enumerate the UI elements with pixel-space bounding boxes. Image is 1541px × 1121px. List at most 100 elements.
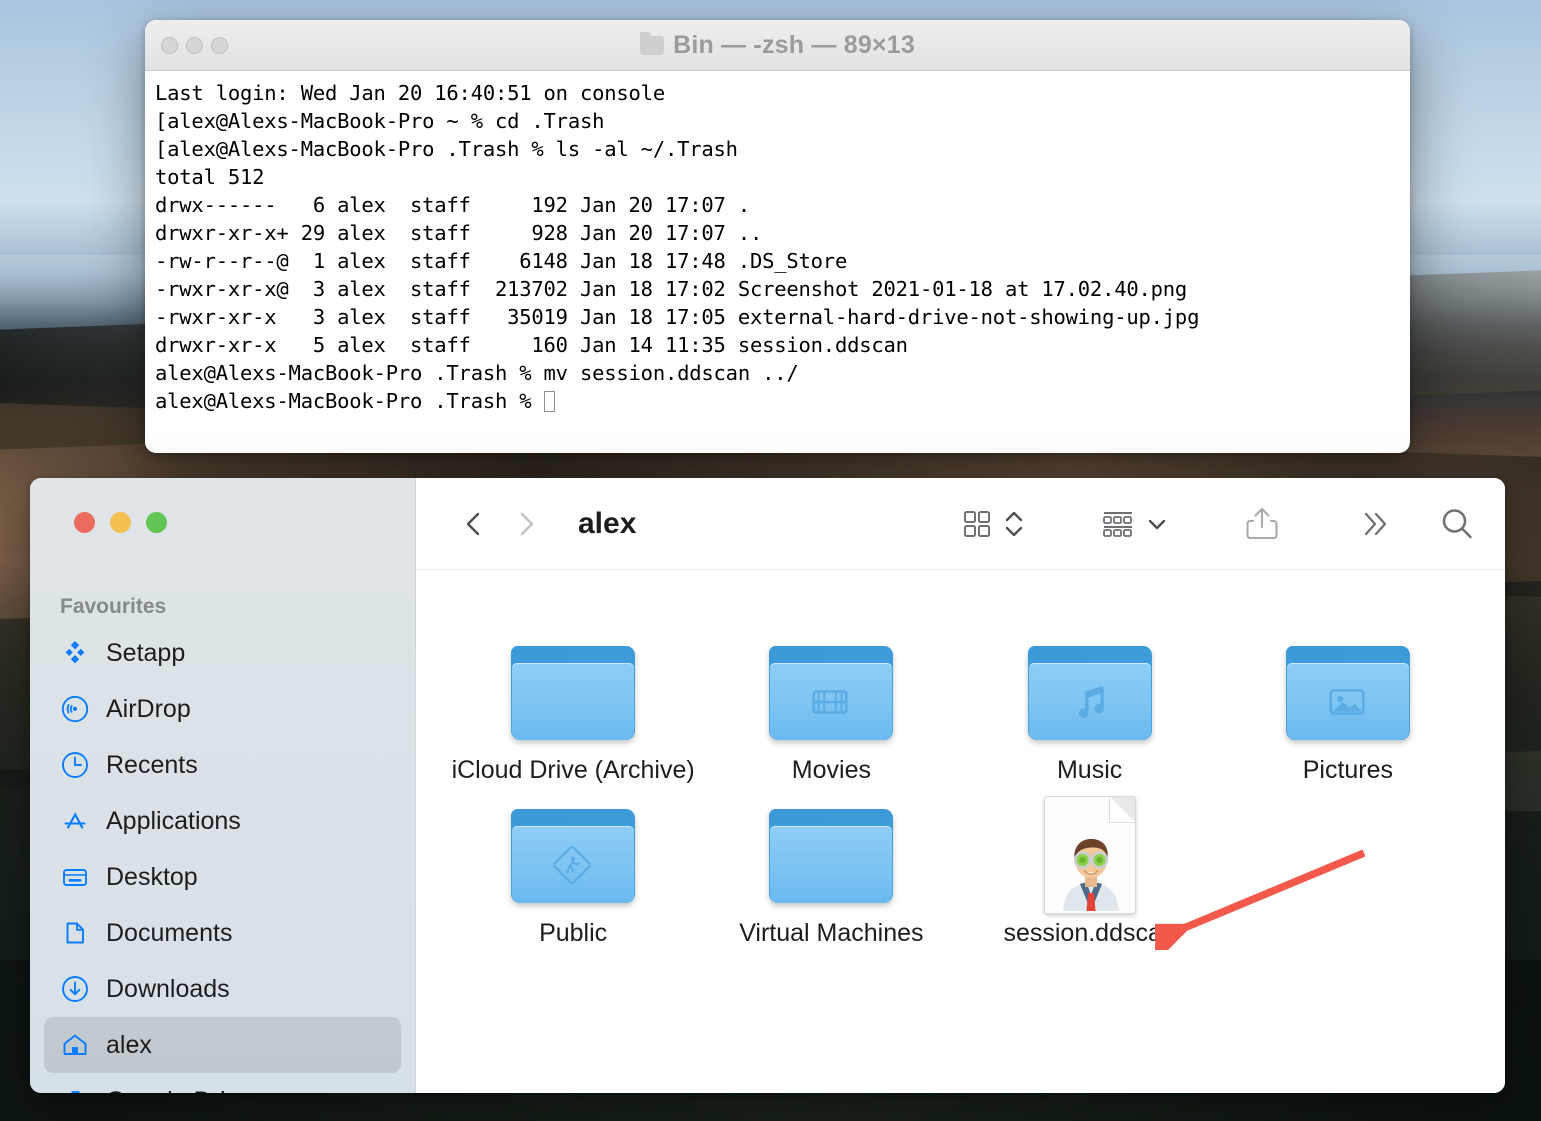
finder-zoom-button[interactable] <box>146 512 167 533</box>
airdrop-icon <box>60 694 90 724</box>
sidebar-item-applications[interactable]: Applications <box>44 793 401 849</box>
finder-close-button[interactable] <box>74 512 95 533</box>
file-item-movies[interactable]: Movies <box>702 638 960 787</box>
back-icon[interactable] <box>448 498 500 550</box>
sidebar-item-label: Google Drive <box>106 1087 252 1094</box>
google-drive-icon <box>60 1086 90 1093</box>
desktop-icon <box>60 862 90 892</box>
file-item-label: iCloud Drive (Archive) <box>452 754 695 787</box>
folder-icon <box>640 36 664 55</box>
sidebar-item-label: Recents <box>106 751 198 780</box>
film-strip-icon <box>769 663 891 740</box>
desktop-wallpaper: Bin — -zsh — 89×13 Last login: Wed Jan 2… <box>0 0 1541 1121</box>
sidebar-item-setapp[interactable]: Setapp <box>44 625 401 681</box>
finder-window[interactable]: Favourites Setapp <box>30 478 1505 1093</box>
file-item-label: Virtual Machines <box>739 917 923 950</box>
music-note-icon <box>1028 663 1150 740</box>
terminal-line: -rwxr-xr-x 3 alex staff 35019 Jan 18 17:… <box>155 305 1199 329</box>
terminal-line: -rwxr-xr-x@ 3 alex staff 213702 Jan 18 1… <box>155 277 1187 301</box>
sidebar-item-label: AirDrop <box>106 695 191 724</box>
folder-icon <box>511 638 635 746</box>
finder-toolbar[interactable]: alex <box>416 478 1505 570</box>
sidebar-item-label: Documents <box>106 919 232 948</box>
file-item-session-ddscan[interactable]: session.ddscan <box>961 801 1219 950</box>
terminal-output[interactable]: Last login: Wed Jan 20 16:40:51 on conso… <box>145 71 1410 415</box>
share-icon[interactable] <box>1243 504 1281 544</box>
sidebar-item-desktop[interactable]: Desktop <box>44 849 401 905</box>
file-item-label: Public <box>539 917 607 950</box>
terminal-line: drwxr-xr-x 5 alex staff 160 Jan 14 11:35… <box>155 333 908 357</box>
file-item-public[interactable]: Public <box>444 801 702 950</box>
public-folder-icon <box>511 801 635 909</box>
more-chevrons-icon[interactable] <box>1355 507 1393 541</box>
file-item-pictures[interactable]: Pictures <box>1219 638 1477 787</box>
sidebar-item-documents[interactable]: Documents <box>44 905 401 961</box>
page-fold <box>1109 797 1135 823</box>
terminal-close-button[interactable] <box>161 37 178 54</box>
terminal-line: [alex@Alexs-MacBook-Pro .Trash % ls -al … <box>155 137 738 161</box>
chevron-down-icon[interactable] <box>1145 512 1169 536</box>
finder-main-pane: alex <box>416 478 1505 1093</box>
page-title: alex <box>578 507 636 541</box>
movies-folder-icon <box>769 638 893 746</box>
forward-icon[interactable] <box>500 498 552 550</box>
sidebar-item-label: Desktop <box>106 863 198 892</box>
group-by-icon[interactable] <box>1099 506 1137 542</box>
terminal-prompt: alex@Alexs-MacBook-Pro .Trash % <box>155 389 544 413</box>
pedestrian-sign-icon <box>511 826 633 903</box>
terminal-window-controls[interactable] <box>161 37 228 54</box>
terminal-line: drwx------ 6 alex staff 192 Jan 20 17:07… <box>155 193 750 217</box>
view-controls[interactable] <box>959 506 1025 542</box>
terminal-cursor <box>544 391 555 412</box>
clock-icon <box>60 750 90 780</box>
folder-icon <box>769 801 893 909</box>
terminal-title-text: Bin — -zsh — 89×13 <box>673 31 915 60</box>
terminal-line: [alex@Alexs-MacBook-Pro ~ % cd .Trash <box>155 109 604 133</box>
document-icon <box>60 918 90 948</box>
file-item-music[interactable]: Music <box>961 638 1219 787</box>
sidebar-item-label: Downloads <box>106 975 230 1004</box>
finder-file-grid-area[interactable]: iCloud Drive (Archive) <box>416 570 1505 1093</box>
ddscan-face-icon <box>1053 823 1129 911</box>
terminal-line: drwxr-xr-x+ 29 alex staff 928 Jan 20 17:… <box>155 221 762 245</box>
photo-icon <box>1286 663 1408 740</box>
terminal-titlebar[interactable]: Bin — -zsh — 89×13 <box>145 20 1410 71</box>
terminal-line: -rw-r--r--@ 1 alex staff 6148 Jan 18 17:… <box>155 249 847 273</box>
sidebar-item-airdrop[interactable]: AirDrop <box>44 681 401 737</box>
file-grid: iCloud Drive (Archive) <box>444 590 1477 950</box>
sidebar-item-google-drive[interactable]: Google Drive <box>44 1073 401 1093</box>
download-icon <box>60 974 90 1004</box>
sidebar-item-alex[interactable]: alex <box>44 1017 401 1073</box>
music-folder-icon <box>1028 638 1152 746</box>
file-item-label: Pictures <box>1303 754 1393 787</box>
file-item-virtual-machines[interactable]: Virtual Machines <box>702 801 960 950</box>
terminal-minimize-button[interactable] <box>186 37 203 54</box>
file-item-label: Movies <box>792 754 871 787</box>
pictures-folder-icon <box>1286 638 1410 746</box>
clipped-previous-row <box>444 570 1477 590</box>
finder-minimize-button[interactable] <box>110 512 131 533</box>
sort-chevrons-icon[interactable] <box>1003 506 1025 542</box>
appstore-icon <box>60 806 90 836</box>
finder-sidebar[interactable]: Favourites Setapp <box>30 478 416 1093</box>
sidebar-item-label: Applications <box>106 807 241 836</box>
ddscan-document-icon <box>1028 801 1152 909</box>
home-icon <box>60 1030 90 1060</box>
grid-view-icon[interactable] <box>959 506 995 542</box>
terminal-title: Bin — -zsh — 89×13 <box>145 31 1410 60</box>
file-item-label: session.ddscan <box>1003 917 1175 950</box>
file-item-icloud-drive-archive[interactable]: iCloud Drive (Archive) <box>444 638 702 787</box>
terminal-line: total 512 <box>155 165 264 189</box>
terminal-zoom-button[interactable] <box>211 37 228 54</box>
group-by-controls[interactable] <box>1099 506 1169 542</box>
terminal-line: Last login: Wed Jan 20 16:40:51 on conso… <box>155 81 665 105</box>
setapp-icon <box>60 638 90 668</box>
sidebar-item-label: Setapp <box>106 639 185 668</box>
sidebar-section-favourites: Favourites <box>60 595 415 619</box>
search-icon[interactable] <box>1437 504 1477 544</box>
terminal-window[interactable]: Bin — -zsh — 89×13 Last login: Wed Jan 2… <box>145 20 1410 453</box>
finder-window-controls[interactable] <box>74 512 415 533</box>
file-item-label: Music <box>1057 754 1122 787</box>
sidebar-item-downloads[interactable]: Downloads <box>44 961 401 1017</box>
sidebar-item-recents[interactable]: Recents <box>44 737 401 793</box>
